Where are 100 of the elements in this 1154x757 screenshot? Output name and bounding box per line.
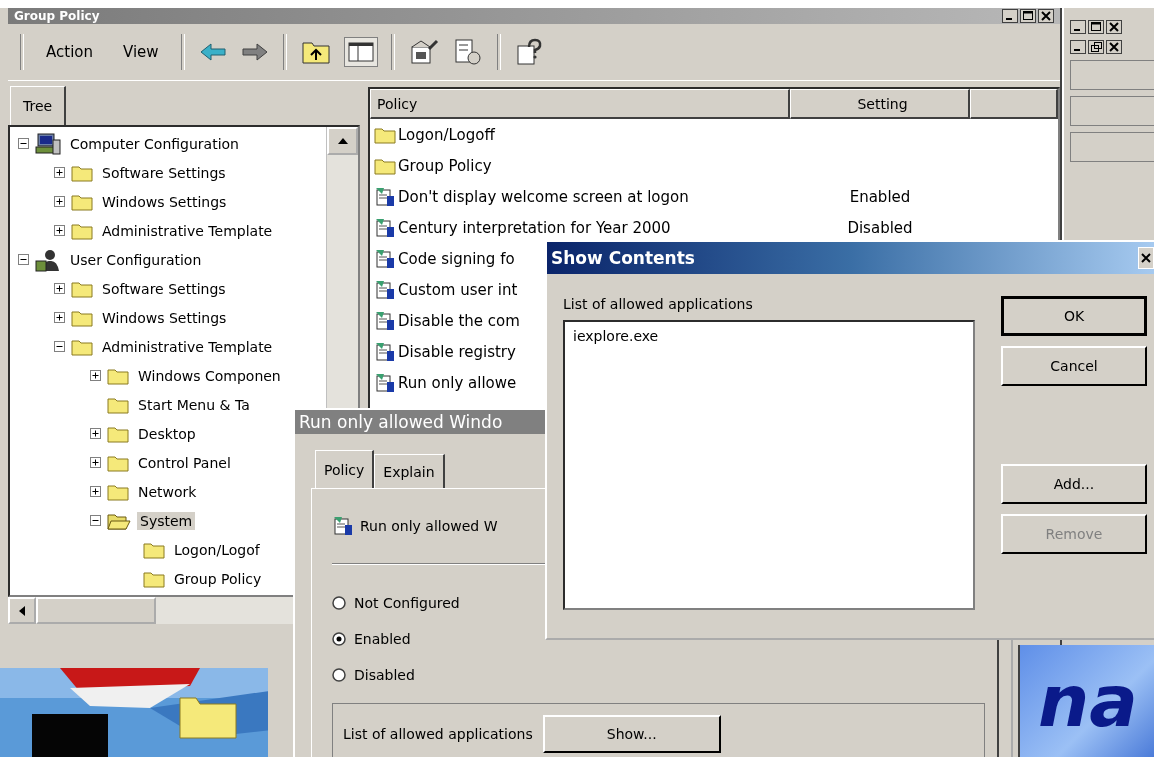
panel-icon[interactable]	[344, 38, 377, 66]
radio-icon	[332, 596, 346, 610]
tree-item[interactable]: Windows Componen	[135, 366, 284, 385]
tree-item[interactable]: Logon/Logof	[171, 540, 263, 559]
tree-item[interactable]: Computer Configuration	[67, 134, 242, 153]
dialog-button[interactable]: Add...	[1001, 464, 1147, 504]
folder-icon	[107, 395, 129, 414]
tree-item[interactable]: User Configuration	[67, 250, 205, 269]
close-icon[interactable]	[1038, 9, 1054, 23]
computer-icon	[35, 131, 61, 156]
menu-item[interactable]: View	[115, 39, 167, 65]
policy-name[interactable]: Don't display welcome screen at logon	[398, 187, 689, 206]
policy-setting: Enabled	[848, 187, 912, 206]
policy-name[interactable]: Logon/Logoff	[398, 125, 495, 144]
left-arrow-icon[interactable]	[19, 605, 25, 616]
maximize-icon[interactable]	[1020, 9, 1036, 23]
tree-item[interactable]: Windows Settings	[99, 192, 230, 211]
folder-icon	[143, 540, 165, 559]
policy-name[interactable]: Century interpretation for Year 2000	[398, 218, 671, 237]
minimize-icon[interactable]	[1070, 20, 1086, 34]
maximize-icon[interactable]	[1088, 20, 1104, 34]
tree-item[interactable]: Administrative Template	[99, 337, 276, 356]
close-icon[interactable]	[1106, 40, 1122, 54]
expander-icon[interactable]	[18, 138, 29, 149]
properties-icon[interactable]	[408, 39, 439, 65]
policy-sheet-icon	[332, 515, 354, 537]
tab[interactable]: Explain	[374, 454, 445, 488]
policy-name[interactable]: Code signing fo	[398, 249, 515, 268]
policy-name[interactable]: Run only allowe	[398, 373, 517, 392]
tree-item[interactable]: Desktop	[135, 424, 199, 443]
open-folder-icon	[107, 511, 131, 530]
expander-icon[interactable]	[54, 283, 65, 294]
minimize-icon[interactable]	[1070, 40, 1086, 54]
application-list[interactable]: iexplore.exe	[563, 320, 975, 610]
folder-icon	[107, 366, 129, 385]
tree-item[interactable]: Control Panel	[135, 453, 234, 472]
folder-icon	[143, 569, 165, 588]
folder-icon	[71, 337, 93, 356]
list-item[interactable]: iexplore.exe	[573, 328, 965, 344]
policy-sheet-icon	[374, 278, 396, 301]
expander-icon[interactable]	[90, 486, 101, 497]
policy-sheet-icon	[374, 216, 396, 239]
tree-item[interactable]: Windows Settings	[99, 308, 230, 327]
column-header[interactable]: Setting	[790, 89, 970, 119]
expander-icon[interactable]	[54, 225, 65, 236]
tree-item[interactable]: Administrative Template	[99, 221, 276, 240]
policy-setting: Disabled	[846, 218, 914, 237]
minimize-icon[interactable]	[1002, 9, 1018, 23]
folder-icon	[71, 279, 93, 298]
folder-icon	[107, 453, 129, 472]
dialog-button[interactable]: OK	[1001, 296, 1147, 336]
policy-sheet-icon	[374, 340, 396, 363]
expander-icon[interactable]	[54, 196, 65, 207]
back-arrow-icon[interactable]	[198, 42, 227, 62]
expander-icon[interactable]	[54, 167, 65, 178]
radio-option[interactable]: Disabled	[332, 657, 997, 693]
tree-item[interactable]: System	[137, 511, 196, 530]
folder-icon	[71, 221, 93, 240]
column-header[interactable]: Policy	[370, 89, 790, 119]
expander-icon[interactable]	[54, 312, 65, 323]
user-icon	[35, 247, 61, 272]
menu-item[interactable]: Action	[38, 39, 101, 65]
policy-name[interactable]: Disable registry	[398, 342, 516, 361]
window-title: Group Policy	[14, 9, 100, 23]
tree-item[interactable]: Network	[135, 482, 200, 501]
dialog-title: Show Contents	[551, 248, 695, 268]
tree-item[interactable]: Software Settings	[99, 163, 229, 182]
folder-icon	[374, 125, 396, 144]
folder-icon	[71, 192, 93, 211]
policy-name[interactable]: Custom user int	[398, 280, 518, 299]
expander-icon[interactable]	[90, 428, 101, 439]
dialog-button[interactable]: Cancel	[1001, 346, 1147, 386]
restore-icon[interactable]	[1088, 40, 1104, 54]
close-icon[interactable]	[1106, 20, 1122, 34]
close-button[interactable]	[1138, 247, 1154, 269]
expander-icon[interactable]	[18, 254, 29, 265]
expander-icon[interactable]	[90, 457, 101, 468]
tree-item[interactable]: Group Policy	[171, 569, 265, 588]
expander-icon[interactable]	[54, 341, 65, 352]
field-label: List of allowed applications	[563, 296, 754, 312]
policy-name[interactable]: Group Policy	[398, 156, 492, 175]
tree-tab[interactable]: Tree	[10, 86, 67, 125]
banner-text: na	[1038, 665, 1138, 737]
forward-arrow-icon[interactable]	[240, 42, 269, 62]
expander-icon[interactable]	[90, 515, 101, 526]
radio-icon	[332, 668, 346, 682]
list-icon[interactable]	[452, 38, 483, 66]
folder-icon	[71, 163, 93, 182]
tree-item[interactable]: Start Menu & Ta	[135, 395, 253, 414]
help-icon[interactable]	[514, 38, 543, 66]
show-button[interactable]: Show...	[542, 715, 721, 753]
up-arrow-icon[interactable]	[337, 138, 348, 144]
tab[interactable]: Policy	[315, 450, 375, 488]
folder-icon	[71, 308, 93, 327]
up-folder-icon[interactable]	[300, 39, 331, 65]
close-icon	[1140, 252, 1152, 264]
expander-icon[interactable]	[90, 370, 101, 381]
tree-item[interactable]: Software Settings	[99, 279, 229, 298]
column-header[interactable]	[970, 89, 1058, 119]
policy-name[interactable]: Disable the com	[398, 311, 520, 330]
